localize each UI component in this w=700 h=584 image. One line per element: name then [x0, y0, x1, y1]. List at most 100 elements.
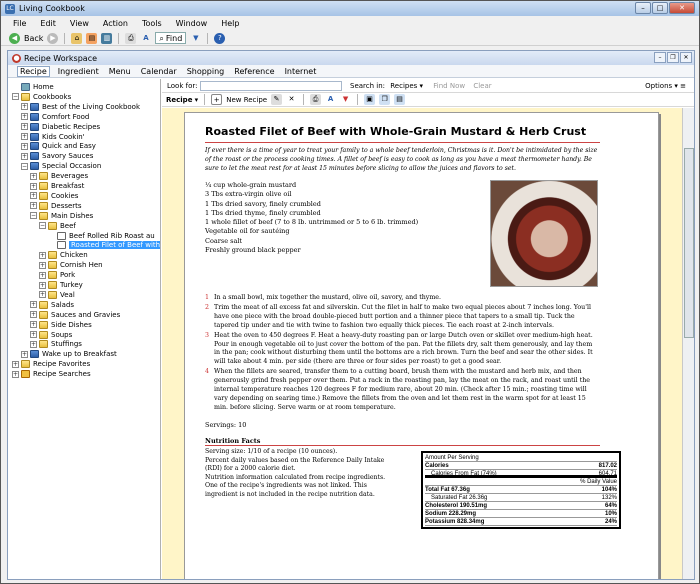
- expand-icon[interactable]: +: [30, 182, 37, 190]
- expand-icon[interactable]: +: [30, 311, 37, 319]
- tree-node[interactable]: Home: [12, 82, 54, 92]
- tree-node[interactable]: + Quick and Easy: [21, 141, 96, 151]
- tree-node[interactable]: + Savory Sauces: [21, 151, 93, 161]
- menu-action[interactable]: Action: [103, 19, 128, 28]
- workspace-restore-button[interactable]: ❐: [667, 52, 679, 63]
- tree-node[interactable]: + Pork: [39, 270, 75, 280]
- expand-icon[interactable]: +: [21, 152, 28, 160]
- expand-icon[interactable]: +: [21, 103, 28, 111]
- tree-node[interactable]: + Veal: [39, 290, 75, 300]
- tree-node[interactable]: − Beef: [39, 221, 76, 231]
- tree-node[interactable]: + Cookies: [30, 191, 78, 201]
- cookbook-tree[interactable]: Home − Cookbooks + Best of the Living Cookbo…: [9, 79, 161, 579]
- expand-icon[interactable]: +: [30, 331, 37, 338]
- tree-node[interactable]: + Recipe Favorites: [12, 359, 90, 369]
- expand-icon[interactable]: +: [39, 281, 46, 289]
- collapse-icon[interactable]: −: [12, 93, 19, 101]
- back-button[interactable]: Back: [24, 34, 43, 43]
- tree-node[interactable]: + Desserts: [30, 201, 82, 211]
- filter-recipe-icon[interactable]: ▼: [340, 94, 351, 105]
- expand-icon[interactable]: +: [30, 202, 37, 210]
- expand-icon[interactable]: +: [30, 192, 37, 200]
- expand-icon[interactable]: +: [12, 360, 19, 368]
- home-icon[interactable]: ⌂: [71, 32, 83, 44]
- tree-node[interactable]: + Wake up to Breakfast: [21, 349, 117, 359]
- sort-icon[interactable]: A: [140, 33, 151, 44]
- workspace-close-button[interactable]: ✕: [680, 52, 692, 63]
- expand-icon[interactable]: +: [12, 370, 19, 378]
- expand-icon[interactable]: +: [21, 123, 28, 131]
- title-bar[interactable]: LC Living Cookbook – □ ✕: [1, 1, 699, 16]
- sort-recipe-icon[interactable]: A: [325, 94, 336, 105]
- expand-icon[interactable]: +: [39, 261, 46, 269]
- tree-node[interactable]: Beef Rolled Rib Roast au: [48, 231, 155, 241]
- delete-icon[interactable]: ✕: [286, 94, 297, 105]
- expand-icon[interactable]: +: [39, 271, 46, 279]
- tree-node[interactable]: + Chicken: [39, 250, 88, 260]
- find-button[interactable]: ⌕ Find: [155, 32, 187, 44]
- tree-node[interactable]: + Stuffings: [30, 339, 82, 349]
- maximize-button[interactable]: □: [652, 2, 668, 14]
- view-icon[interactable]: ▣: [364, 94, 376, 105]
- menu-tools[interactable]: Tools: [142, 19, 162, 28]
- tree-node[interactable]: + Side Dishes: [30, 320, 92, 330]
- workspace-title-bar[interactable]: ● Recipe Workspace – ❐ ✕: [8, 51, 694, 65]
- folders-icon[interactable]: ▤: [86, 32, 98, 44]
- expand-icon[interactable]: +: [39, 291, 46, 299]
- clear-button[interactable]: Clear: [473, 82, 491, 90]
- tree-node[interactable]: − Special Occasion: [21, 161, 101, 171]
- tree-node[interactable]: + Sauces and Gravies: [30, 310, 120, 320]
- minimize-button[interactable]: –: [635, 2, 651, 14]
- expand-icon[interactable]: +: [21, 142, 28, 150]
- copy-icon[interactable]: ❐: [379, 94, 391, 105]
- close-button[interactable]: ✕: [669, 2, 695, 14]
- tab-calendar[interactable]: Calendar: [139, 67, 179, 76]
- filter-icon[interactable]: ▼: [190, 33, 201, 44]
- expand-icon[interactable]: +: [21, 113, 28, 121]
- panel-icon[interactable]: ▥: [101, 32, 113, 44]
- expand-icon[interactable]: +: [39, 251, 46, 259]
- expand-icon[interactable]: +: [21, 133, 28, 140]
- tab-internet[interactable]: Internet: [283, 67, 319, 76]
- export-icon[interactable]: ▤: [394, 94, 406, 105]
- expand-icon[interactable]: +: [30, 321, 37, 329]
- tree-node[interactable]: − Main Dishes: [30, 211, 93, 221]
- tab-ingredient[interactable]: Ingredient: [56, 67, 101, 76]
- expand-icon[interactable]: +: [30, 172, 37, 180]
- page-scrollbar[interactable]: [682, 108, 694, 579]
- expand-icon[interactable]: +: [30, 301, 37, 309]
- tree-node[interactable]: + Cornish Hen: [39, 260, 103, 270]
- new-recipe-button[interactable]: New Recipe: [226, 96, 267, 104]
- print-recipe-icon[interactable]: ⎙: [310, 94, 322, 105]
- scrollbar-thumb[interactable]: [684, 148, 694, 338]
- tree-node[interactable]: + Soups: [30, 330, 72, 340]
- collapse-icon[interactable]: −: [30, 212, 37, 220]
- edit-icon[interactable]: ✎: [271, 94, 283, 105]
- menu-file[interactable]: File: [13, 19, 26, 28]
- tree-node[interactable]: + Diabetic Recipes: [21, 122, 100, 132]
- tree-node[interactable]: + Turkey: [39, 280, 83, 290]
- search-scope-dropdown[interactable]: Recipes ▾: [390, 82, 423, 90]
- recipe-menu-button[interactable]: Recipe ▾: [166, 96, 198, 104]
- collapse-icon[interactable]: −: [21, 162, 28, 170]
- collapse-icon[interactable]: −: [39, 222, 46, 230]
- tree-node[interactable]: + Breakfast: [30, 181, 84, 191]
- find-now-button[interactable]: Find Now: [433, 82, 465, 90]
- tree-node[interactable]: + Comfort Food: [21, 112, 89, 122]
- tree-node[interactable]: + Beverages: [30, 171, 88, 181]
- tree-node[interactable]: + Recipe Searches: [12, 369, 91, 379]
- tree-node[interactable]: + Salads: [30, 300, 74, 310]
- print-icon[interactable]: ⎙: [125, 32, 137, 44]
- workspace-minimize-button[interactable]: –: [654, 52, 666, 63]
- expand-icon[interactable]: +: [21, 350, 28, 358]
- tree-node[interactable]: + Kids Cookin': [21, 132, 85, 142]
- expand-icon[interactable]: +: [30, 340, 37, 348]
- look-for-input[interactable]: [200, 81, 342, 91]
- tree-node[interactable]: − Cookbooks: [12, 92, 71, 102]
- tab-reference[interactable]: Reference: [232, 67, 276, 76]
- tree-node[interactable]: Roasted Filet of Beef with: [48, 240, 160, 250]
- menu-help[interactable]: Help: [221, 19, 239, 28]
- options-dropdown[interactable]: Options ▾ ≡: [645, 82, 686, 90]
- help-icon[interactable]: ?: [214, 32, 226, 44]
- tab-shopping[interactable]: Shopping: [185, 67, 227, 76]
